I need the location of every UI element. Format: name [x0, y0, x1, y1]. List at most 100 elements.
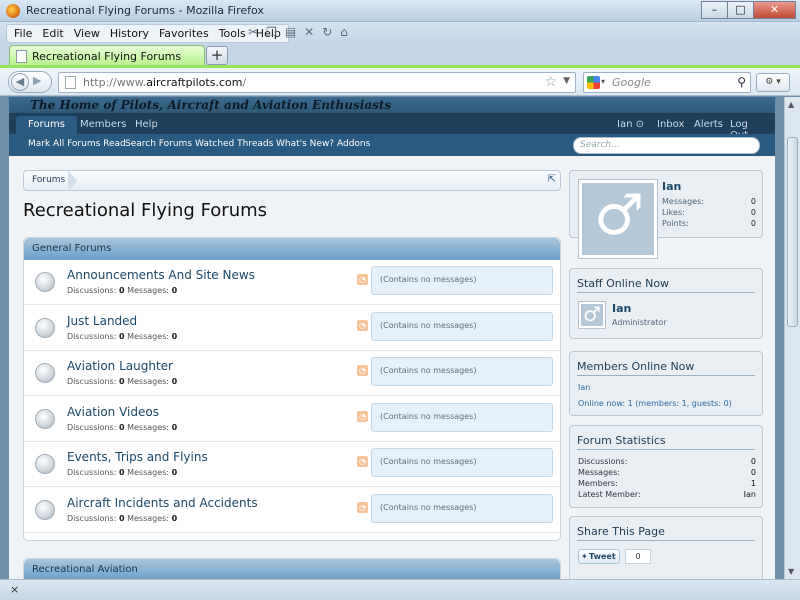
forum-title-link[interactable]: Aviation Laughter: [67, 359, 173, 373]
forum-stats: Discussions: 0 Messages: 0: [67, 377, 178, 386]
vertical-scrollbar[interactable]: ▲ ▼: [784, 97, 800, 579]
search-bar[interactable]: ▾ Google ⚲: [583, 72, 751, 93]
page-icon: [65, 76, 76, 89]
forum-row: Announcements And Site News Discussions: …: [24, 260, 560, 305]
forum-stats: Discussions: 0 Messages: 0: [67, 513, 178, 523]
close-button[interactable]: ✕: [753, 1, 796, 19]
status-bar: ×: [0, 579, 800, 600]
google-icon[interactable]: [587, 76, 600, 89]
menu-edit[interactable]: Edit: [37, 25, 68, 42]
close-findbar-icon[interactable]: ×: [10, 583, 19, 596]
forum-row: Aviation Laughter Discussions: 0 Messages…: [24, 351, 560, 396]
forum-stats: Discussions: 0 Messages: 0: [67, 468, 178, 477]
reload-icon[interactable]: ↻: [322, 25, 332, 39]
tweet-button[interactable]: ✦ Tweet: [578, 549, 620, 564]
stop-icon[interactable]: ✕: [304, 25, 314, 39]
jump-icon[interactable]: ⇱: [548, 174, 556, 185]
forum-title-link[interactable]: Announcements And Site News: [67, 268, 255, 282]
site-tagline: The Home of Pilots, Aircraft and Aviatio…: [30, 98, 392, 112]
chevron-down-icon: ⊙: [635, 119, 644, 130]
search-icon[interactable]: ⚲: [737, 75, 746, 89]
rss-icon[interactable]: ◔: [357, 410, 368, 422]
paste-icon[interactable]: ▤: [285, 25, 296, 39]
breadcrumb-arrow: [68, 170, 77, 192]
last-post-box: (Contains no messages): [371, 402, 553, 432]
visitor-panel: ♂ Ian Messages: 0 Likes: 0 Points: 0: [569, 170, 763, 259]
scrollbar-thumb[interactable]: [787, 137, 798, 327]
last-post-box: (Contains no messages): [371, 357, 553, 386]
forum-title-link[interactable]: Events, Trips and Flyins: [67, 450, 208, 464]
nav-help[interactable]: Help: [123, 116, 170, 134]
stat-row: Members: 1: [578, 479, 756, 488]
forum-row: Events, Trips and Flyins Discussions: 0 M…: [24, 442, 560, 487]
copy-icon[interactable]: ❐: [266, 25, 277, 39]
stat-row: Latest Member: Ian: [578, 490, 756, 499]
breadcrumb: Forums ⇱: [23, 170, 561, 192]
visitor-username[interactable]: Ian: [662, 180, 681, 193]
rss-icon[interactable]: ◔: [357, 274, 368, 285]
addons-link[interactable]: Addons: [337, 139, 370, 149]
scroll-down-icon[interactable]: ▼: [788, 567, 794, 576]
new-tab-button[interactable]: +: [206, 46, 228, 65]
url-text: http://www.aircraftpilots.com/: [83, 76, 247, 89]
rss-icon[interactable]: ◔: [357, 456, 368, 467]
share-page-heading: Share This Page: [577, 525, 755, 541]
forum-title-link[interactable]: Aviation Videos: [67, 405, 159, 419]
menu-bar: File Edit View History Favorites Tools H…: [0, 22, 800, 44]
sub-nav: Mark All Forums Read Search Forums Watch…: [9, 134, 775, 156]
tab-recreational-flying-forums[interactable]: Recreational Flying Forums: [9, 45, 205, 66]
menu-view[interactable]: View: [69, 25, 105, 42]
maximize-button[interactable]: □: [727, 1, 754, 19]
menu-tools[interactable]: Tools: [214, 25, 251, 42]
forum-status-icon: [35, 363, 55, 383]
avatar[interactable]: ♂: [578, 179, 658, 259]
category-header[interactable]: Recreational Aviation: [24, 559, 560, 579]
avatar[interactable]: ♂: [578, 301, 606, 329]
forward-icon[interactable]: ▶: [33, 74, 41, 87]
whats-new-link[interactable]: What's New?: [276, 139, 334, 149]
tab-strip: Recreational Flying Forums +: [0, 44, 800, 66]
rss-icon[interactable]: ◔: [357, 319, 368, 331]
tweet-count: 0: [625, 549, 651, 564]
menu-favorites[interactable]: Favorites: [154, 25, 214, 42]
online-member-link[interactable]: Ian: [578, 383, 590, 392]
forum-stats: Discussions: 0 Messages: 0: [67, 331, 178, 341]
visitor-stat-row: Points: 0: [662, 219, 756, 228]
back-icon[interactable]: ◀: [11, 73, 29, 91]
mark-all-read-link[interactable]: Mark All Forums Read: [28, 139, 126, 149]
site-header: The Home of Pilots, Aircraft and Aviatio…: [9, 97, 775, 113]
category-header[interactable]: General Forums: [24, 238, 560, 260]
cut-icon[interactable]: ✂: [248, 25, 258, 39]
url-bar[interactable]: http://www.aircraftpilots.com/ ☆ ▼: [58, 72, 576, 93]
minimize-button[interactable]: –: [701, 1, 728, 19]
forum-title-link[interactable]: Just Landed: [67, 314, 137, 328]
chevron-down-icon[interactable]: ▾: [601, 77, 605, 86]
menu-history[interactable]: History: [105, 25, 154, 42]
twitter-bird-icon: ✦: [581, 552, 588, 561]
site-search-input[interactable]: Search...: [573, 137, 760, 154]
search-input[interactable]: Google: [612, 76, 651, 89]
rss-icon[interactable]: ◔: [357, 365, 368, 376]
addons-icon[interactable]: ⚙ ▾: [756, 73, 790, 92]
chevron-down-icon[interactable]: ▼: [563, 76, 570, 86]
navigation-toolbar: ◀ ▶ http://www.aircraftpilots.com/ ☆ ▼ ▾…: [0, 68, 800, 96]
rss-icon[interactable]: ◔: [357, 501, 368, 513]
category-recreational-aviation: Recreational Aviation: [23, 558, 561, 579]
male-avatar-icon: ♂: [594, 183, 645, 248]
home-icon[interactable]: ⌂: [340, 25, 348, 39]
online-summary: Online now: 1 (members: 1, guests: 0): [578, 399, 732, 408]
watched-threads-link[interactable]: Watched Threads: [195, 139, 273, 149]
forum-title-link[interactable]: Aircraft Incidents and Accidents: [67, 496, 258, 510]
page-viewport: The Home of Pilots, Aircraft and Aviatio…: [0, 97, 784, 579]
share-page-panel: Share This Page ✦ Tweet 0: [569, 516, 763, 579]
breadcrumb-forums[interactable]: Forums: [32, 175, 65, 185]
forum-page: The Home of Pilots, Aircraft and Aviatio…: [9, 97, 775, 579]
menu-list: File Edit View History Favorites Tools H…: [6, 24, 289, 43]
search-forums-link[interactable]: Search Forums: [125, 139, 192, 149]
bookmark-star-icon[interactable]: ☆: [544, 74, 557, 90]
tab-label: Recreational Flying Forums: [32, 50, 182, 63]
scroll-up-icon[interactable]: ▲: [788, 100, 794, 109]
menu-file[interactable]: File: [9, 25, 37, 42]
staff-username[interactable]: Ian: [612, 302, 631, 315]
nav-logout[interactable]: Log Out: [718, 116, 775, 141]
